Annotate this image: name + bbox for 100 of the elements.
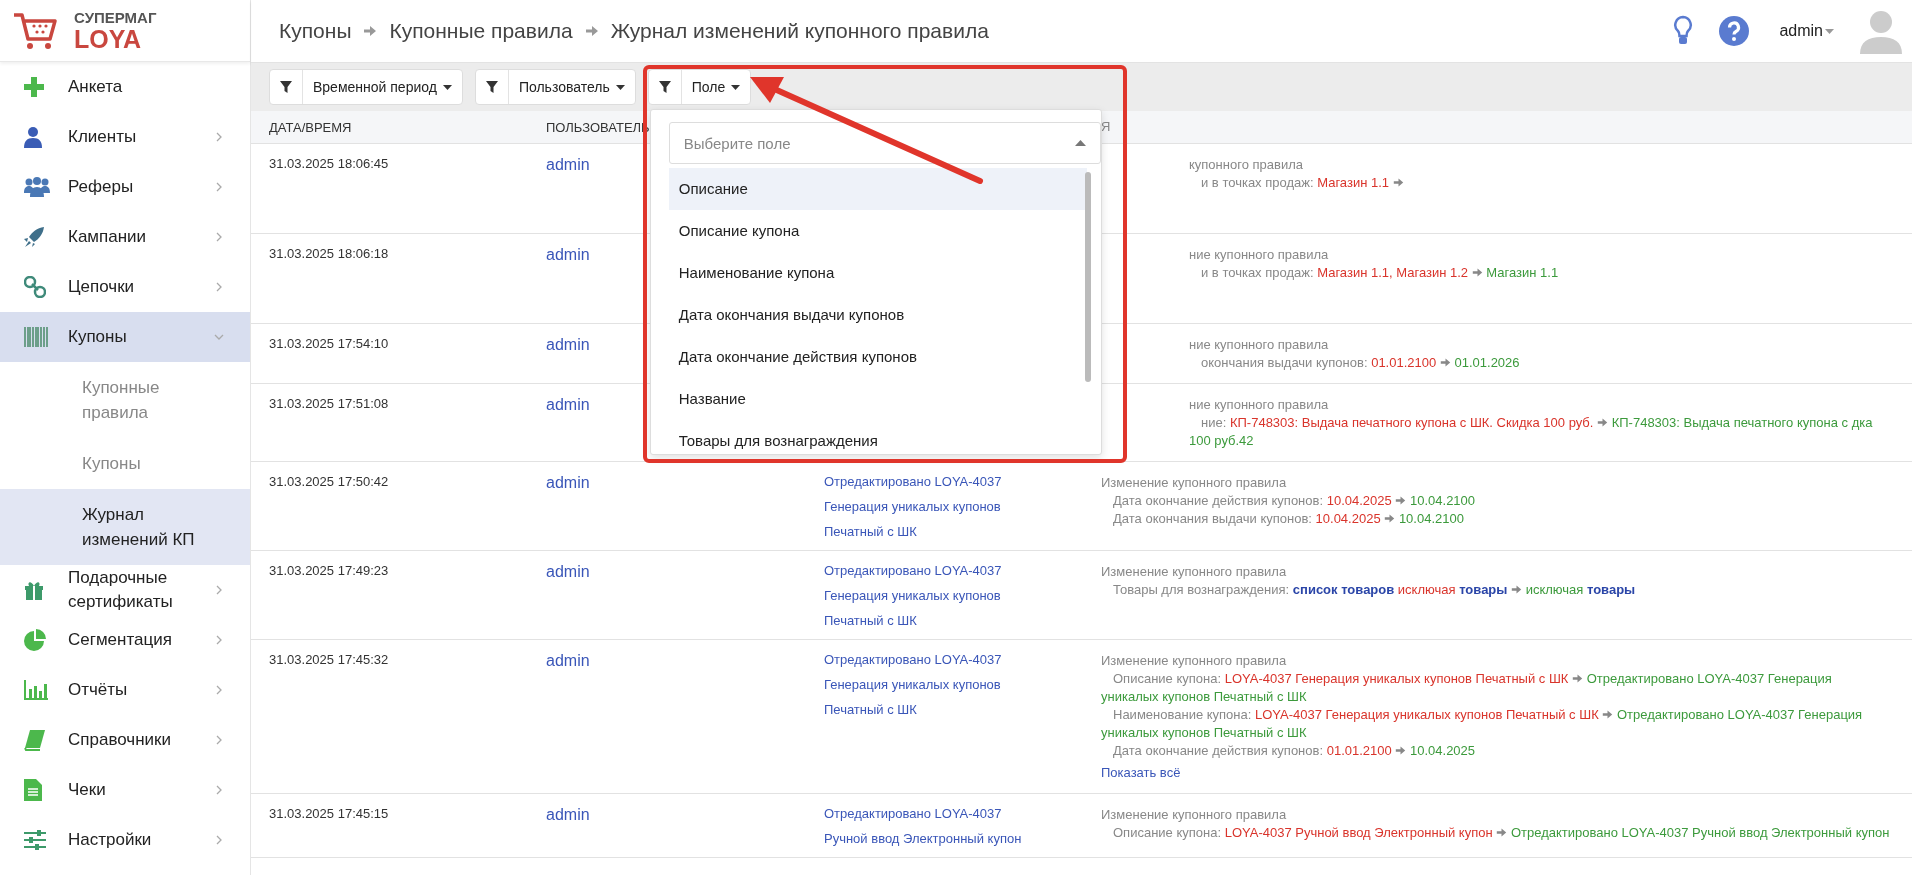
sidebar-item[interactable]: Купоны <box>0 312 250 362</box>
comment-link[interactable]: Отредактировано LOYA-4037 <box>824 652 1002 667</box>
comment-link[interactable]: Печатный с ШК <box>824 702 917 717</box>
caret-up-icon <box>1074 140 1086 146</box>
dropdown-option[interactable]: Наименование купона <box>668 252 1087 294</box>
sidebar-item[interactable]: Анкета <box>0 62 250 112</box>
arrow-right-icon <box>1572 673 1584 684</box>
gift-icon <box>24 580 44 600</box>
sidebar-item[interactable]: Кампании <box>0 212 250 262</box>
chevron-right-icon <box>214 835 224 845</box>
sliders-icon <box>24 830 46 850</box>
show-all-link[interactable]: Показать всё <box>1101 764 1181 782</box>
sidebar-item[interactable]: Чеки <box>0 765 250 815</box>
column-header: Я <box>1101 119 1111 134</box>
comment-link[interactable]: Генерация уникалых купонов <box>824 588 1001 603</box>
sidebar-item[interactable]: Цепочки <box>0 262 250 312</box>
user-link[interactable]: admin <box>546 336 590 353</box>
comment-link[interactable]: Отредактировано LOYA-4037 <box>824 806 1002 821</box>
column-header: ДАТА/ВРЕМЯ <box>269 119 353 135</box>
filter-dropdown-button[interactable]: Временной период <box>269 69 463 105</box>
breadcrumb-item[interactable]: Купонные правила <box>389 19 573 43</box>
arrow-right-icon <box>584 24 599 38</box>
lightbulb-icon[interactable] <box>1673 15 1694 47</box>
user-link[interactable]: admin <box>546 156 590 173</box>
breadcrumb-item: Журнал изменений купонного правила <box>610 19 989 43</box>
arrow-right-icon <box>1511 584 1523 595</box>
person-icon <box>24 126 42 148</box>
comment-link[interactable]: Отредактировано LOYA-4037 <box>824 563 1002 578</box>
plus-icon <box>24 77 44 97</box>
comment-link[interactable]: Генерация уникалых купонов <box>824 677 1001 692</box>
change-title: купонного правила <box>1189 156 1304 174</box>
filter-dropdown-button[interactable]: Поле <box>647 69 752 105</box>
chevron-right-icon <box>214 585 224 595</box>
sidebar-item[interactable]: Клиенты <box>0 112 250 162</box>
pie-chart-icon <box>24 629 46 651</box>
user-link[interactable]: admin <box>546 806 590 823</box>
user-link[interactable]: admin <box>546 652 590 669</box>
dropdown-option[interactable]: Описание купона <box>668 210 1087 252</box>
arrow-right-icon <box>363 24 378 38</box>
dropdown-option[interactable]: Товары для вознаграждения <box>668 420 1087 454</box>
filter-icon <box>658 81 671 93</box>
comment-link[interactable]: Печатный с ШК <box>824 524 917 539</box>
filter-dropdown-button[interactable]: Пользователь <box>474 69 636 105</box>
sidebar-item[interactable]: Отчёты <box>0 665 250 715</box>
sidebar-item[interactable]: Подарочные сертификаты <box>0 565 250 615</box>
table-cell: 31.03.2025 18:06:45 <box>269 156 389 171</box>
comment-link[interactable]: Генерация уникалых купонов <box>824 499 1001 514</box>
book-icon <box>24 729 46 751</box>
dropdown-option[interactable]: Дата окончание действия купонов <box>668 336 1087 378</box>
user-link[interactable]: admin <box>546 474 590 491</box>
arrow-right-icon <box>1439 357 1451 368</box>
change-title: ние купонного правила <box>1189 246 1330 264</box>
chevron-right-icon <box>214 282 224 292</box>
table-cell: 31.03.2025 17:54:10 <box>269 336 389 351</box>
sidebar-subitem[interactable]: Купонные правила <box>0 362 250 438</box>
dropdown-option[interactable]: Описание <box>668 168 1087 210</box>
breadcrumb-item[interactable]: Купоны <box>279 19 352 43</box>
user-menu[interactable]: admin <box>1779 22 1834 40</box>
document-icon <box>24 779 42 801</box>
bar-chart-icon <box>24 680 48 700</box>
comment-link[interactable]: Отредактировано LOYA-4037 <box>824 474 1002 489</box>
table-cell: 31.03.2025 17:45:15 <box>269 806 389 821</box>
sidebar-item[interactable]: Сегментация <box>0 615 250 665</box>
sidebar-item[interactable]: Реферы <box>0 162 250 212</box>
arrow-right-icon <box>1602 709 1614 720</box>
arrow-right-icon <box>1471 267 1483 278</box>
scrollbar[interactable] <box>1084 172 1091 382</box>
chain-icon <box>24 276 46 298</box>
change-title: Изменение купонного правила <box>1101 563 1288 581</box>
group-icon <box>24 177 50 197</box>
table-cell: 31.03.2025 18:06:18 <box>269 246 389 261</box>
filter-icon <box>485 81 498 93</box>
cart-icon <box>12 10 58 51</box>
sidebar-subitem[interactable]: Журнал изменений КП <box>0 489 250 565</box>
dropdown-option[interactable]: Дата окончания выдачи купонов <box>668 294 1087 336</box>
sidebar-item[interactable]: Настройки <box>0 815 250 865</box>
caret-icon <box>731 84 741 90</box>
table-cell: 31.03.2025 17:45:32 <box>269 652 389 667</box>
user-link[interactable]: admin <box>546 563 590 580</box>
comment-link[interactable]: Печатный с ШК <box>824 613 917 628</box>
change-line: Описание купона: LOYA-4037 Ручной ввод Электронный купон Отредактировано LOYA-4037 Ручной ввод Электронный купон <box>1112 824 1891 842</box>
chevron-right-icon <box>214 232 224 242</box>
rocket-icon <box>24 227 44 247</box>
table-cell: 31.03.2025 17:49:23 <box>269 563 389 578</box>
user-link[interactable]: admin <box>546 396 590 413</box>
change-line: Дата окончания выдачи купонов: 10.04.2025 10.04.2100 <box>1112 510 1465 528</box>
barcode-icon <box>24 327 48 347</box>
arrow-right-icon <box>1395 745 1407 756</box>
help-icon[interactable] <box>1719 16 1750 46</box>
comment-link[interactable]: Ручной ввод Электронный купон <box>824 831 1022 846</box>
select-field[interactable]: Выберите поле <box>668 122 1101 164</box>
change-line: Наименование купона: LOYA-4037 Генерация уникалых купонов Печатный с ШК Отредактировано LOYA-4037 Генерация уникалых купонов Печатный с ШК <box>1101 706 1864 742</box>
dropdown-option[interactable]: Название <box>668 378 1087 420</box>
brand-logo-text: LOYA <box>74 26 143 52</box>
sidebar-item[interactable]: Справочники <box>0 715 250 765</box>
chevron-right-icon <box>214 635 224 645</box>
filter-icon <box>280 81 292 93</box>
user-link[interactable]: admin <box>546 246 590 263</box>
caret-icon <box>615 84 625 90</box>
sidebar-subitem[interactable]: Купоны <box>0 438 250 489</box>
